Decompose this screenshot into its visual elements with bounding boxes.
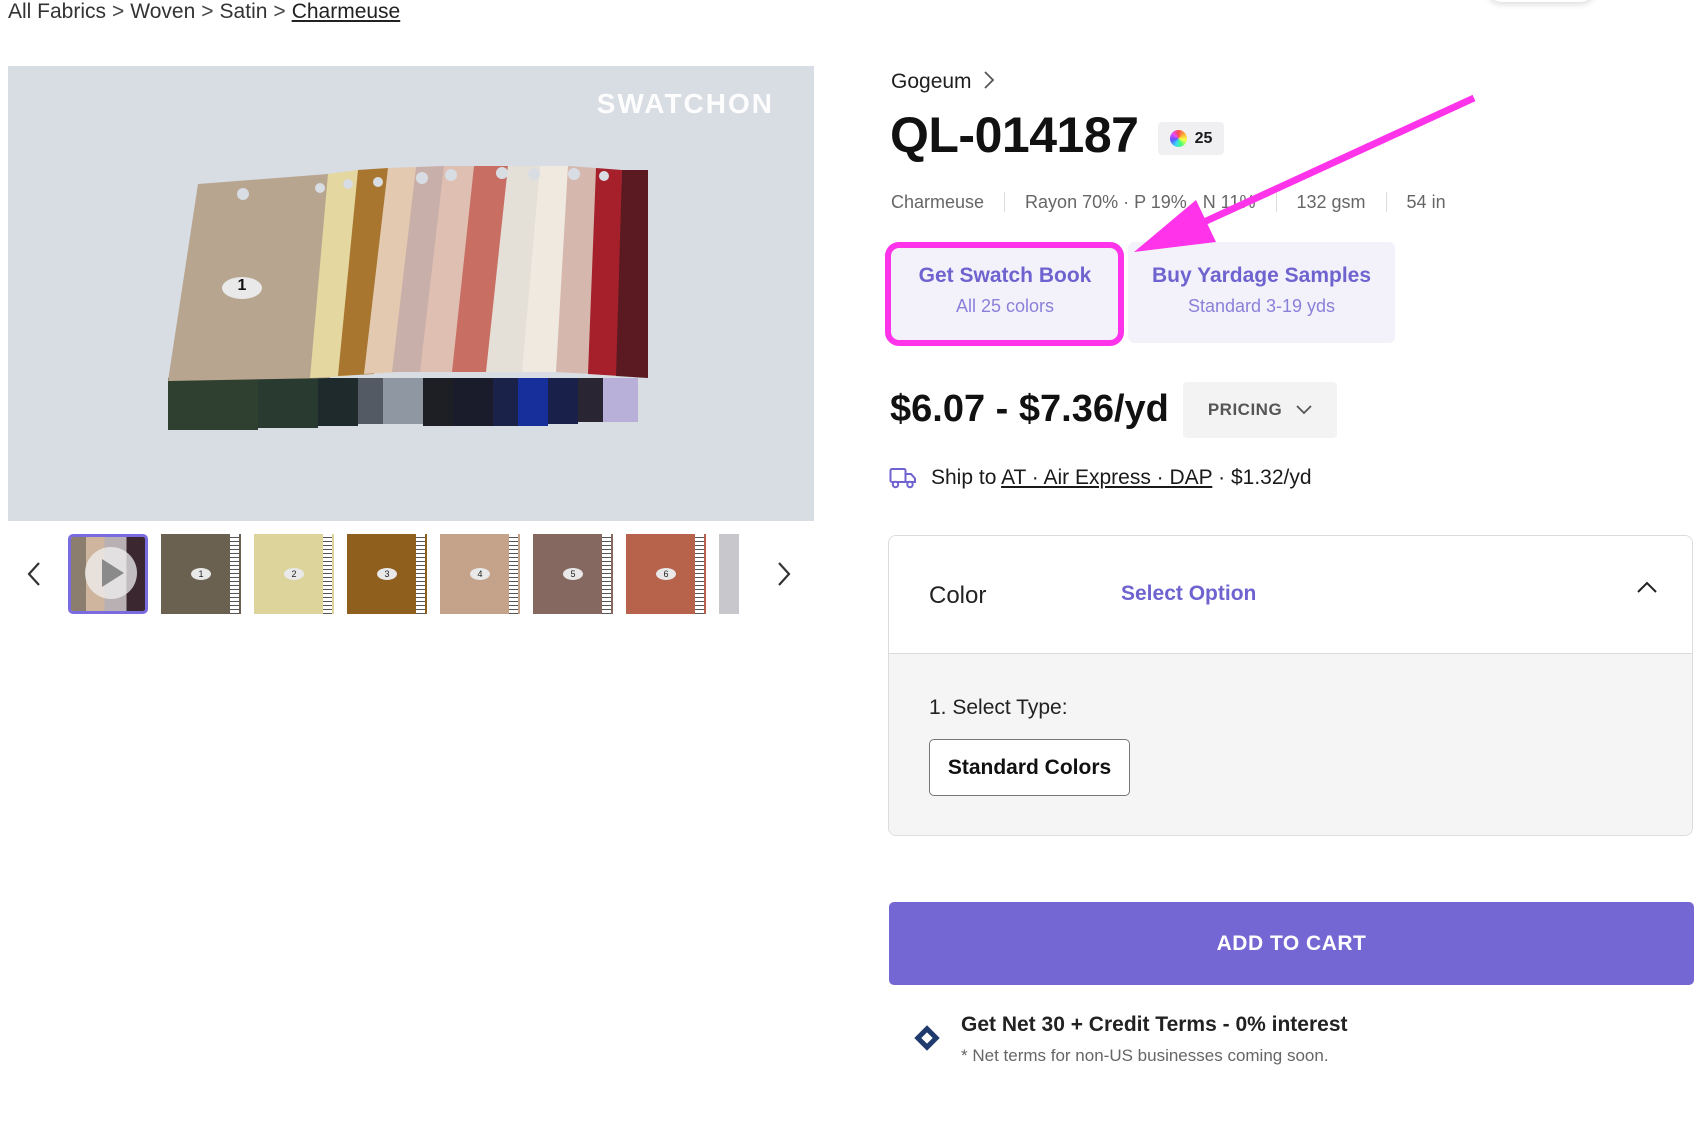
top-swatch-row — [168, 166, 648, 381]
ship-to-label: Ship to — [931, 466, 997, 489]
play-icon — [102, 559, 124, 587]
select-option-link[interactable]: Select Option — [1121, 582, 1256, 606]
swatchon-watermark: SWATCHON — [596, 88, 774, 119]
color-selector-body: 1. Select Type: Standard Colors — [889, 654, 1692, 835]
breadcrumb-item-all-fabrics[interactable]: All Fabrics — [8, 0, 106, 23]
price-range: $6.07 - $7.36/yd — [890, 388, 1169, 430]
truck-icon — [889, 468, 916, 489]
chevron-right-icon — [984, 71, 995, 89]
thumbnail-4[interactable]: 4 — [440, 534, 520, 614]
gallery-next-button[interactable] — [764, 532, 804, 616]
thumbnail-number: 2 — [284, 568, 304, 580]
color-label: Color — [929, 582, 987, 609]
thumbnail-number: 6 — [656, 568, 676, 580]
credit-terms-icon — [914, 1025, 940, 1051]
chevron-down-icon — [1296, 405, 1312, 415]
spec-type: Charmeuse — [891, 192, 985, 212]
chevron-up-icon[interactable] — [1636, 580, 1658, 594]
breadcrumb-separator: > — [201, 0, 214, 23]
shipping-cost: · $1.32/yd — [1218, 466, 1312, 489]
thumbnail-number: 4 — [470, 568, 490, 580]
breadcrumb-item-woven[interactable]: Woven — [130, 0, 195, 23]
pricing-dropdown-button[interactable]: PRICING — [1183, 382, 1337, 438]
net-terms-title[interactable]: Get Net 30 + Credit Terms - 0% interest — [961, 1013, 1348, 1037]
thumbnail-7[interactable] — [719, 534, 739, 614]
yardage-title: Buy Yardage Samples — [1151, 264, 1372, 287]
breadcrumb-item-satin[interactable]: Satin — [220, 0, 268, 23]
bottom-swatch-row — [168, 378, 638, 430]
breadcrumb: All Fabrics > Woven > Satin > Charmeuse — [8, 0, 400, 24]
breadcrumb-separator: > — [273, 0, 286, 23]
thumbnail-number: 1 — [191, 568, 211, 580]
thumbnail-6[interactable]: 6 — [626, 534, 706, 614]
chevron-left-icon — [27, 562, 40, 586]
main-product-image[interactable]: 1 SWATCHON — [8, 66, 814, 521]
swatch-number-label: 1 — [237, 277, 247, 294]
thumbnail-2[interactable]: 2 — [254, 534, 334, 614]
thumbnail-3[interactable]: 3 — [347, 534, 427, 614]
color-selector-header[interactable]: Color Select Option — [889, 536, 1692, 654]
add-to-cart-button[interactable]: ADD TO CART — [889, 902, 1694, 985]
breadcrumb-item-charmeuse[interactable]: Charmeuse — [292, 0, 401, 23]
thumbnail-video[interactable] — [68, 534, 148, 614]
yardage-subtitle: Standard 3-19 yds — [1187, 296, 1336, 316]
shipping-method-link[interactable]: AT · Air Express · DAP — [1001, 466, 1212, 489]
color-selector-panel: Color Select Option 1. Select Type: Stan… — [888, 535, 1693, 836]
thumbnail-5[interactable]: 5 — [533, 534, 613, 614]
gallery-prev-button[interactable] — [14, 532, 54, 616]
fabric-swatch-photo — [8, 66, 814, 521]
breadcrumb-separator: > — [112, 0, 125, 23]
thumbnail-number: 5 — [563, 568, 583, 580]
annotation-arrow-icon — [1134, 94, 1476, 252]
net-terms-note: * Net terms for non-US businesses coming… — [961, 1046, 1329, 1065]
thumbnail-number: 3 — [377, 568, 397, 580]
supplier-name: Gogeum — [891, 70, 972, 93]
pricing-label: PRICING — [1207, 400, 1283, 419]
standard-colors-button[interactable]: Standard Colors — [929, 739, 1130, 796]
chevron-right-icon — [778, 562, 791, 586]
shipping-info: Ship to AT · Air Express · DAP · $1.32/y… — [889, 466, 1312, 490]
supplier-link[interactable]: Gogeum — [891, 70, 995, 94]
annotation-highlight-box — [885, 242, 1124, 346]
thumbnail-1[interactable]: 1 — [161, 534, 241, 614]
thumbnail-strip: 1 2 3 4 5 6 — [8, 532, 814, 616]
product-code: QL-014187 — [890, 107, 1139, 163]
select-type-label: 1. Select Type: — [929, 696, 1068, 719]
header-widget-edge — [1486, 0, 1596, 2]
